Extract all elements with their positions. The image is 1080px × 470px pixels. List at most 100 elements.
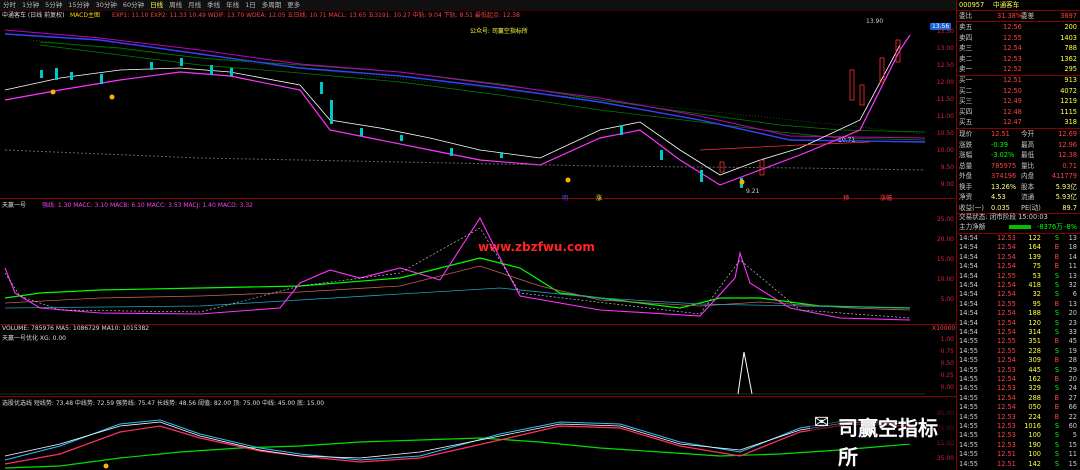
stat-row: 总量 785975 量比 0.71 <box>959 161 1077 170</box>
up-candles <box>719 39 901 176</box>
stat-row: 换手 13.26% 股本 5.93亿 <box>959 182 1077 191</box>
main-flow-bar <box>1009 225 1031 229</box>
tick-row: 14:55 12.53 224 B 22 <box>959 412 1077 421</box>
stat-row: 净资 4.53 流通 5.93亿 <box>959 193 1077 201</box>
axis-tick: 11.50 <box>936 96 954 103</box>
axis-tick: 9.00 <box>940 181 954 188</box>
panel3-svg <box>0 351 925 395</box>
axis-tick: 12.50 <box>936 62 954 69</box>
panel3-axis: 1.00 0.75 0.50 0.25 0.00 <box>926 336 956 396</box>
price-chart-svg <box>4 29 925 188</box>
toolbar-item-0[interactable]: 分时 <box>0 0 19 10</box>
panel2-axis: 25.00 20.00 15.00 10.00 5.00 <box>926 216 956 316</box>
panel2-svg <box>4 216 911 321</box>
brand-text: 司赢空指标所 <box>838 416 938 469</box>
tick-row: 14:55 12.54 162 B 20 <box>959 375 1077 383</box>
axis-tick: 0.75 <box>940 348 954 355</box>
trade-status: 交易状态: 闭市阶段 15:00:03 <box>959 213 1048 221</box>
toolbar-item-11[interactable]: 1日 <box>242 0 259 10</box>
price-panel[interactable]: 中通客车 (日线 前复权) MACD主图 EXP1: 11.10 EXP2: 1… <box>0 10 956 202</box>
axis-tick: 20.00 <box>936 236 954 243</box>
axis-tick: 0.50 <box>940 360 954 367</box>
volume-unit: X10000 <box>932 325 956 332</box>
axis-tick: 5.00 <box>940 296 954 303</box>
main-flow-row: 主力净额 -8376万 -8% <box>959 223 1077 231</box>
toolbar-item-10[interactable]: 年线 <box>223 0 242 10</box>
axis-tick: 10.00 <box>936 276 954 283</box>
tick-row: 14:55 12.53 100 S 5 <box>959 431 1077 440</box>
tick-row: 14:54 12.55 95 B 13 <box>959 299 1077 308</box>
tick-row: 14:54 12.53 122 S 13 <box>959 234 1077 242</box>
axis-tick: 13.50 <box>936 28 954 35</box>
axis-tick: 0.00 <box>940 384 954 391</box>
axis-tick: 10.50 <box>936 130 954 137</box>
tick-row: 14:55 12.53 190 S 15 <box>959 440 1077 449</box>
tick-row: 14:55 12.51 100 S 11 <box>959 450 1077 459</box>
toolbar-item-13[interactable]: 更多 <box>284 0 303 10</box>
asks-row: 卖四 12.55 1403 <box>959 33 1077 42</box>
bids-row: 买四 12.48 1115 <box>959 107 1077 116</box>
wechat-icon: ✉ <box>814 412 830 433</box>
stat-row: 涨幅 -3.02% 最低 12.38 <box>959 151 1077 159</box>
toolbar-item-3[interactable]: 15分钟 <box>65 0 92 10</box>
axis-tick: 13.00 <box>936 45 954 52</box>
tick-row: 14:55 12.53 1016 S 60 <box>959 422 1077 430</box>
tick-row: 14:55 12.51 142 S 15 <box>959 459 1077 468</box>
toolbar-item-6[interactable]: 日线 <box>147 0 166 10</box>
quote-panel: 000957 中通客车 委比 31.38% 委差 3697 卖五 12.56 200… <box>956 0 1080 470</box>
axis-tick: 15.00 <box>936 256 954 263</box>
axis-tick: 0.25 <box>940 372 954 379</box>
axis-tick: 1.00 <box>940 336 954 343</box>
oscillator-panel[interactable]: 天赢一号 强线: 1.30 MACC: 3.10 MACB: 6.10 MACC… <box>0 198 956 325</box>
toolbar-item-1[interactable]: 1分钟 <box>19 0 42 10</box>
bids-row: 买三 12.49 1219 <box>959 97 1077 105</box>
bids-row: 买五 12.47 318 <box>959 118 1077 126</box>
red-line <box>699 141 871 151</box>
tick-row: 14:54 12.54 120 S 23 <box>959 318 1077 327</box>
stat-row: 外盘 374196 内盘 411779 <box>959 172 1077 180</box>
stat-row: 现价 12.51 今开 12.69 <box>959 130 1077 138</box>
bids-row: 买二 12.50 4072 <box>959 86 1077 95</box>
weibi-row: 委比 31.38% 委差 3697 <box>959 12 1077 20</box>
bids-row: 买一 12.51 913 <box>959 76 1077 84</box>
tick-row: 14:55 12.55 228 S 19 <box>959 346 1077 355</box>
panel4-svg <box>4 419 911 469</box>
candles <box>40 58 743 188</box>
price-axis: 13.50 13.00 12.50 12.00 11.50 11.00 10.50 10.00… <box>926 28 956 198</box>
tick-row: 14:55 12.54 288 B 27 <box>959 393 1077 402</box>
axis-tick: 25.00 <box>936 216 954 223</box>
tick-row: 14:54 12.54 418 S 32 <box>959 281 1077 289</box>
ma-band <box>29 39 925 141</box>
asks-row: 卖五 12.56 200 <box>959 23 1077 31</box>
stock-code: 000957 <box>959 1 985 9</box>
tick-row: 14:54 12.55 53 S 13 <box>959 271 1077 280</box>
tick-row: 14:55 12.54 050 B 66 <box>959 403 1077 412</box>
chart-area[interactable]: 中通客车 (日线 前复权) MACD主图 EXP1: 11.10 EXP2: 1… <box>0 10 956 470</box>
tick-row: 14:54 12.54 164 B 18 <box>959 243 1077 252</box>
toolbar-item-9[interactable]: 季线 <box>204 0 223 10</box>
tick-row: 14:54 12.54 75 B 11 <box>959 262 1077 271</box>
axis-tick: 11.00 <box>936 113 954 120</box>
axis-tick: 10.00 <box>936 147 954 154</box>
asks-row: 卖三 12.54 788 <box>959 44 1077 52</box>
tick-row: 14:55 12.55 351 B 45 <box>959 337 1077 346</box>
asks-row: 卖二 12.53 1362 <box>959 54 1077 63</box>
toolbar-item-5[interactable]: 60分钟 <box>120 0 147 10</box>
toolbar-item-8[interactable]: 月线 <box>185 0 204 10</box>
tick-row: 14:55 12.53 445 S 29 <box>959 365 1077 374</box>
axis-tick: 9.50 <box>940 164 954 171</box>
stock-header: 000957 中通客车 <box>959 0 1079 11</box>
toolbar-item-4[interactable]: 30分钟 <box>93 0 120 10</box>
brand-watermark: ✉ 司赢空指标所 <box>810 404 956 469</box>
toolbar-item-7[interactable]: 周线 <box>166 0 185 10</box>
tick-row: 14:54 12.54 314 S 33 <box>959 328 1077 336</box>
volume-panel[interactable]: VOLUME: 785976 MA5: 1086729 MA10: 101538… <box>0 324 956 397</box>
asks-row: 卖一 12.52 295 <box>959 65 1077 73</box>
stat-row: 涨跌 -0.39 最高 12.96 <box>959 140 1077 149</box>
toolbar-item-2[interactable]: 5分钟 <box>42 0 65 10</box>
tick-row: 14:54 12.54 188 S 20 <box>959 309 1077 318</box>
stock-name: 中通客车 <box>993 1 1020 9</box>
tick-row: 14:55 12.53 329 S 24 <box>959 384 1077 393</box>
tick-row: 14:55 12.54 309 B 28 <box>959 356 1077 365</box>
toolbar-item-12[interactable]: 多周期 <box>259 0 285 10</box>
